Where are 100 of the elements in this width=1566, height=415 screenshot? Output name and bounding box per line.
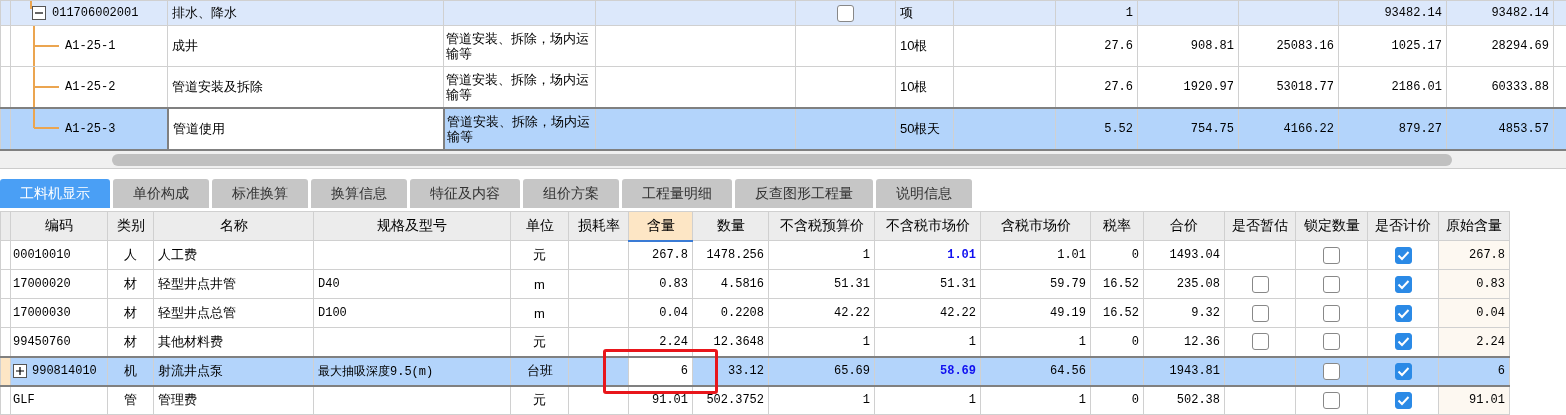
- table-cell: 元: [533, 333, 546, 349]
- table-cell: 0.04: [1476, 306, 1505, 320]
- checkbox[interactable]: [1323, 362, 1340, 380]
- table-cell: 元: [533, 247, 546, 262]
- checkbox[interactable]: [1323, 275, 1340, 293]
- table-cell: 64.56: [1050, 364, 1086, 378]
- checkbox[interactable]: [1394, 275, 1412, 293]
- tab[interactable]: 反查图形工程量: [735, 179, 873, 208]
- table-cell: 1: [1078, 393, 1086, 408]
- table-cell: 1493.04: [1169, 248, 1220, 262]
- checkbox[interactable]: [1251, 275, 1269, 293]
- checkbox[interactable]: [1323, 304, 1340, 322]
- item-code: A1-25-1: [65, 39, 116, 53]
- table-cell: 267.8: [652, 248, 688, 263]
- checkbox[interactable]: [1394, 333, 1412, 351]
- column-header[interactable]: 损耗率: [568, 211, 629, 241]
- column-header[interactable]: 规格及型号: [313, 211, 511, 241]
- table-cell: 1920.97: [1183, 80, 1234, 94]
- table-cell: 51.31: [834, 277, 870, 291]
- table-cell: 27.6: [1104, 39, 1133, 53]
- checkbox[interactable]: [1394, 362, 1412, 380]
- table-cell: 754.75: [1190, 122, 1234, 136]
- table-cell: 0: [1131, 248, 1139, 262]
- tab[interactable]: 特征及内容: [410, 179, 520, 208]
- tab[interactable]: 组价方案: [523, 179, 619, 208]
- table-cell: 材: [124, 333, 137, 349]
- table-cell: 51.31: [940, 277, 976, 291]
- table-cell: D40: [318, 277, 340, 291]
- table-cell: 人工费: [158, 247, 197, 262]
- table-cell: 12.3648: [713, 334, 764, 349]
- tab[interactable]: 说明信息: [876, 179, 972, 208]
- checkbox[interactable]: [1251, 333, 1269, 351]
- item-name: 排水、降水: [172, 5, 237, 20]
- table-cell: 元: [533, 392, 546, 408]
- checkbox[interactable]: [1251, 304, 1269, 322]
- item-code: A1-25-2: [65, 80, 116, 94]
- table-cell: 6: [680, 364, 688, 378]
- column-header[interactable]: 类别: [107, 211, 154, 241]
- table-cell: 4853.57: [1498, 122, 1549, 136]
- item-unit: 项: [900, 5, 913, 20]
- table-cell: 53018.77: [1276, 80, 1334, 94]
- column-header[interactable]: 原始含量: [1438, 211, 1510, 241]
- table-cell: 49.19: [1050, 306, 1086, 320]
- table-cell: 1: [862, 334, 870, 349]
- column-header[interactable]: 不含税预算价: [768, 211, 875, 241]
- column-header[interactable]: 不含税市场价: [874, 211, 981, 241]
- item-unit: 10根: [900, 79, 928, 94]
- table-cell: 2.24: [1476, 334, 1505, 349]
- tab[interactable]: 标准换算: [212, 179, 308, 208]
- column-header[interactable]: 编码: [10, 211, 108, 241]
- checkbox[interactable]: [1394, 304, 1412, 322]
- column-header[interactable]: 数量: [692, 211, 769, 241]
- column-header[interactable]: 是否暂估: [1224, 211, 1296, 241]
- table-cell: 17000020: [13, 277, 71, 291]
- table-cell: 16.52: [1103, 306, 1139, 320]
- checkbox[interactable]: [1323, 391, 1340, 409]
- table-cell: D100: [318, 306, 347, 320]
- table-cell: 879.27: [1398, 122, 1442, 136]
- column-header[interactable]: 单位: [510, 211, 569, 241]
- column-header[interactable]: 含量: [628, 211, 693, 241]
- table-cell: 25083.16: [1276, 39, 1334, 53]
- checkbox[interactable]: [1394, 246, 1412, 264]
- table-cell: 1478.256: [706, 248, 764, 262]
- column-header[interactable]: 税率: [1090, 211, 1144, 241]
- column-header[interactable]: 含税市场价: [980, 211, 1091, 241]
- table-cell: 1: [1078, 334, 1086, 349]
- table-cell: 1: [862, 248, 870, 262]
- checkbox[interactable]: [1394, 391, 1412, 409]
- collapse-toggle[interactable]: [32, 6, 46, 20]
- table-cell: 91.01: [1469, 393, 1505, 408]
- column-header[interactable]: 锁定数量: [1295, 211, 1368, 241]
- checkbox[interactable]: [837, 4, 854, 22]
- table-cell: 2.24: [659, 334, 688, 349]
- horizontal-scrollbar[interactable]: [0, 151, 1566, 169]
- tab[interactable]: 换算信息: [311, 179, 407, 208]
- table-cell: 27.6: [1104, 80, 1133, 94]
- table-cell: 1943.81: [1169, 364, 1220, 378]
- table-cell: 5.52: [1104, 122, 1133, 136]
- column-header[interactable]: 合价: [1143, 211, 1225, 241]
- table-cell: 材: [124, 276, 137, 291]
- tab[interactable]: 工程量明细: [622, 179, 732, 208]
- table-cell: 1: [1125, 6, 1133, 20]
- expand-toggle[interactable]: [13, 364, 27, 378]
- table-cell: 1: [968, 393, 976, 408]
- column-header[interactable]: 是否计价: [1367, 211, 1439, 241]
- table-cell: 0: [1131, 393, 1139, 408]
- table-cell: 42.22: [834, 306, 870, 320]
- table-cell: 267.8: [1469, 248, 1505, 262]
- table-cell: 射流井点泵: [158, 363, 223, 378]
- item-code: A1-25-3: [65, 122, 116, 136]
- table-cell: 990814010: [32, 364, 97, 378]
- table-cell: 材: [124, 305, 137, 320]
- table-cell: 4.5816: [720, 277, 764, 291]
- tab[interactable]: 单价构成: [113, 179, 209, 208]
- column-header[interactable]: 名称: [153, 211, 314, 241]
- table-cell: 59.79: [1050, 277, 1086, 291]
- checkbox[interactable]: [1323, 246, 1340, 264]
- table-cell: 17000030: [13, 306, 71, 320]
- item-name: 管道使用: [172, 121, 225, 136]
- checkbox[interactable]: [1323, 333, 1340, 351]
